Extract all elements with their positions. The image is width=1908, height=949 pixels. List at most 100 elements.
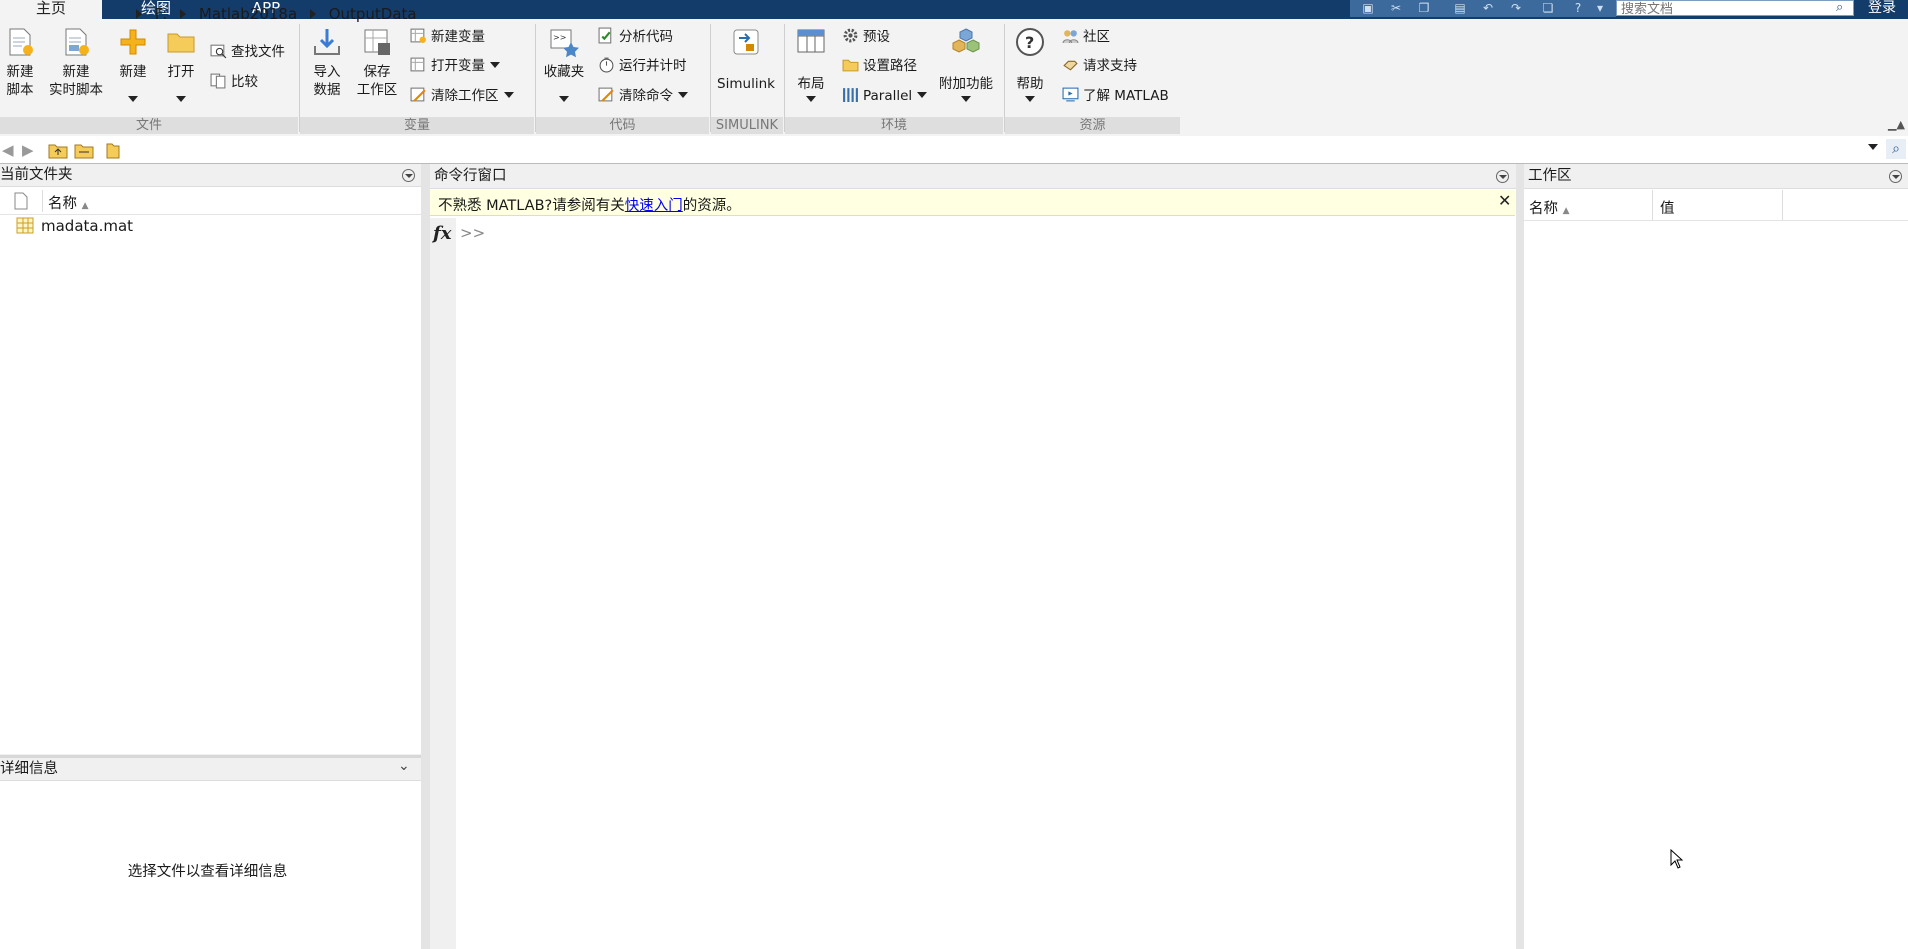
- analyze-code-icon: [598, 27, 612, 44]
- folder-icon: [167, 33, 195, 53]
- open-variable-icon: [410, 57, 425, 72]
- name-column-header[interactable]: 名称 ▲: [48, 192, 89, 213]
- clear-commands-icon: [598, 87, 614, 102]
- copy-icon[interactable]: ❐: [1416, 1, 1432, 15]
- new-script-icon: [9, 28, 33, 56]
- breadcrumb-item[interactable]: F:: [155, 5, 168, 23]
- breadcrumb-item[interactable]: Matlab2018a: [199, 5, 297, 23]
- workspace-column-header-row: [1524, 190, 1908, 221]
- clear-commands-button[interactable]: 清除命令: [598, 86, 688, 108]
- details-header: [0, 758, 421, 781]
- clear-workspace-button[interactable]: 清除工作区: [410, 86, 514, 108]
- up-folder-icon[interactable]: [48, 141, 68, 159]
- new-script-button[interactable]: 新建 脚本: [2, 26, 38, 99]
- learn-matlab-button[interactable]: 了解 MATLAB: [1062, 86, 1169, 108]
- close-icon[interactable]: ✕: [1498, 191, 1511, 210]
- chevron-down-icon[interactable]: ▾: [1592, 1, 1608, 15]
- add-ons-button[interactable]: 附加功能: [936, 26, 996, 93]
- file-name[interactable]: madata.mat: [41, 217, 133, 235]
- chevron-down-icon[interactable]: [503, 92, 514, 98]
- preferences-button[interactable]: 预设: [842, 27, 890, 49]
- chevron-down-icon[interactable]: [678, 92, 688, 98]
- workspace-value-column-header[interactable]: 值: [1660, 197, 1675, 218]
- find-files-button[interactable]: 查找文件: [210, 42, 285, 64]
- open-button[interactable]: 打开: [162, 26, 200, 81]
- back-arrow-icon[interactable]: ◀: [2, 141, 14, 159]
- group-separator: [1004, 24, 1005, 132]
- column-divider: [1782, 190, 1783, 220]
- help-button[interactable]: ? 帮助: [1012, 26, 1048, 93]
- paste-icon[interactable]: ▤: [1452, 1, 1468, 15]
- undo-icon[interactable]: ↶: [1480, 1, 1496, 15]
- run-and-time-button[interactable]: 运行并计时: [598, 56, 687, 78]
- forward-arrow-icon[interactable]: ▶: [22, 141, 34, 159]
- group-label-simulink: SIMULINK: [711, 117, 783, 134]
- search-folder-icon[interactable]: ⌕: [1886, 139, 1906, 159]
- plus-icon: [120, 29, 146, 55]
- panel-options-icon[interactable]: [1889, 170, 1902, 183]
- new-live-script-button[interactable]: 新建 实时脚本: [46, 26, 106, 99]
- layout-button[interactable]: 布局: [792, 26, 830, 93]
- group-label-environment: 环境: [785, 117, 1003, 134]
- command-window-title: 命令行窗口: [434, 168, 507, 184]
- breadcrumb-item[interactable]: OutputData: [329, 5, 417, 23]
- details-panel: [0, 758, 421, 949]
- panel-splitter[interactable]: [421, 164, 430, 949]
- new-variable-button[interactable]: 新建变量: [410, 27, 485, 49]
- community-button[interactable]: 社区: [1062, 27, 1110, 49]
- save-workspace-button[interactable]: 保存 工作区: [352, 26, 402, 99]
- import-data-button[interactable]: 导入 数据: [308, 26, 346, 99]
- parallel-icon: [843, 88, 858, 102]
- simulink-icon: [733, 29, 759, 55]
- command-window-header: [430, 164, 1516, 189]
- breadcrumb: F: Matlab2018a OutputData: [136, 5, 417, 23]
- analyze-code-button[interactable]: 分析代码: [598, 27, 673, 49]
- browse-folder-icon[interactable]: [74, 141, 94, 159]
- mouse-cursor-icon: [1670, 849, 1684, 869]
- chevron-down-icon[interactable]: [559, 96, 569, 102]
- redo-icon[interactable]: ↷: [1508, 1, 1524, 15]
- simulink-button[interactable]: Simulink: [716, 26, 776, 93]
- set-path-button[interactable]: 设置路径: [842, 56, 917, 78]
- chevron-down-icon[interactable]: [128, 96, 138, 102]
- workspace-name-column-header[interactable]: 名称 ▲: [1529, 197, 1570, 218]
- new-variable-icon: [410, 28, 426, 43]
- import-icon: [314, 29, 340, 55]
- compare-button[interactable]: 比较: [210, 72, 258, 94]
- clear-workspace-icon: [410, 87, 426, 102]
- stopwatch-icon: [599, 57, 614, 73]
- chevron-down-icon[interactable]: [917, 92, 928, 98]
- tab-home[interactable]: 主页: [0, 0, 102, 19]
- request-support-button[interactable]: 请求支持: [1062, 56, 1137, 78]
- current-folder-panel: [0, 164, 421, 754]
- function-browser-icon[interactable]: fx: [433, 223, 451, 244]
- switch-windows-icon[interactable]: ❏: [1540, 1, 1556, 15]
- chevron-down-icon[interactable]: [490, 62, 500, 68]
- chevron-down-icon[interactable]: [176, 96, 186, 102]
- command-input[interactable]: [480, 220, 1510, 246]
- save-icon[interactable]: ▣: [1360, 1, 1376, 15]
- chevron-down-icon[interactable]: [806, 96, 816, 102]
- new-button[interactable]: 新建: [114, 26, 152, 81]
- chevron-right-icon: [309, 9, 316, 19]
- help-icon[interactable]: ?: [1570, 1, 1586, 15]
- address-dropdown-icon[interactable]: [1868, 144, 1878, 150]
- favorites-button[interactable]: >> 收藏夹: [542, 26, 586, 81]
- parallel-button[interactable]: Parallel: [842, 86, 928, 108]
- panel-options-icon[interactable]: [1496, 170, 1509, 183]
- chevron-down-icon[interactable]: [1025, 96, 1035, 102]
- open-variable-button[interactable]: 打开变量: [410, 56, 500, 78]
- search-documentation-input[interactable]: [1616, 0, 1854, 16]
- search-icon[interactable]: ⌕: [1836, 0, 1843, 15]
- panel-splitter[interactable]: [1516, 164, 1524, 949]
- login-link[interactable]: 登录: [1868, 0, 1896, 16]
- getting-started-link[interactable]: 快速入门: [625, 198, 683, 214]
- help-icon: ?: [1016, 28, 1044, 56]
- chevron-down-icon[interactable]: [961, 96, 971, 102]
- cut-icon[interactable]: ✂: [1388, 1, 1404, 15]
- workspace-title: 工作区: [1528, 168, 1572, 184]
- chevron-down-icon[interactable]: ⌄: [398, 758, 410, 774]
- panel-options-icon[interactable]: [402, 169, 415, 182]
- chevron-right-icon: [180, 9, 187, 19]
- collapse-toolstrip-icon[interactable]: ▁▲: [1888, 118, 1905, 131]
